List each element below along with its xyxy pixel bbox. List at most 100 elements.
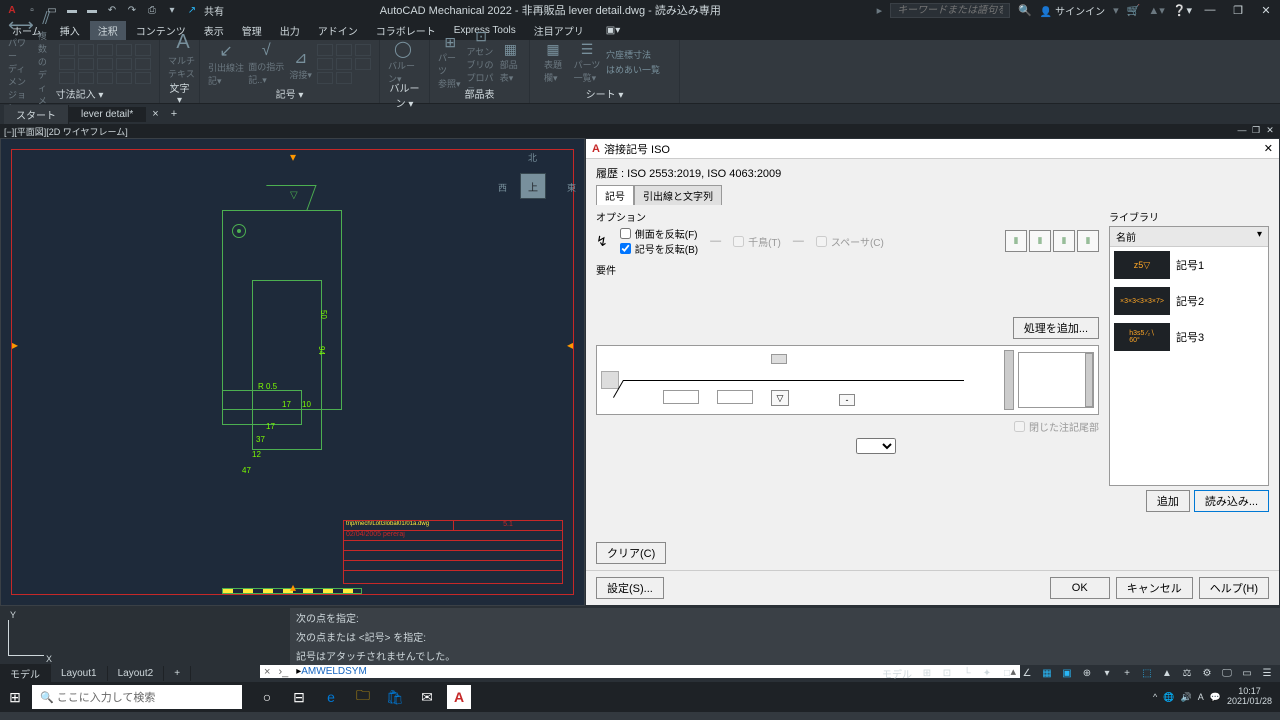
qat-print-icon[interactable]: ⎙ <box>144 2 160 18</box>
task-taskview-icon[interactable]: ⊟ <box>284 682 314 712</box>
titleblock-button[interactable]: ▦表題 欄▾ <box>538 44 568 80</box>
tab-manage[interactable]: 管理 <box>234 21 270 40</box>
flip-symbol-checkbox[interactable]: 記号を反転(B) <box>620 241 698 256</box>
help-icon[interactable]: ❔▾ <box>1173 4 1192 17</box>
status-snap-icon[interactable]: ⊡ <box>938 665 956 681</box>
cmd-close-icon[interactable]: × <box>260 666 274 678</box>
drawing-canvas[interactable]: ▽ 50 94 R 0.5 17 10 17 37 12 47 trip/mec… <box>0 138 585 606</box>
tab-symbol[interactable]: 記号 <box>596 185 634 205</box>
help-search-input[interactable] <box>890 3 1010 18</box>
task-explorer-icon[interactable]: 🗀 <box>348 682 378 712</box>
layout-add-icon[interactable]: + <box>164 666 191 681</box>
library-item-3[interactable]: h3s5 ∕₂∖ 60°記号3 <box>1110 319 1268 355</box>
status-cycling-icon[interactable]: ⊕ <box>1078 665 1096 681</box>
dialog-close-button[interactable]: ✕ <box>1264 142 1273 155</box>
asm-prop-button[interactable]: ⊡アセンブリの プロパティ <box>466 44 495 80</box>
autodesk-app-icon[interactable]: ▲▾ <box>1148 4 1164 17</box>
cart-icon[interactable]: 🛒 <box>1127 4 1141 17</box>
status-monitor-icon[interactable]: 🖵 <box>1218 665 1236 681</box>
vp-minimize-icon[interactable]: — <box>1236 125 1248 137</box>
surface-texture-button[interactable]: √面の指示記..▾ <box>248 46 284 82</box>
signin-button[interactable]: 👤 サインイン <box>1040 3 1105 18</box>
part-ref-button[interactable]: ⊞パーツ 参照▾ <box>438 44 462 80</box>
weld-field-2[interactable] <box>717 390 753 404</box>
add-process-button[interactable]: 処理を追加... <box>1013 317 1099 339</box>
weld-type-button[interactable]: ▽ <box>771 390 789 406</box>
close-button[interactable]: ✕ <box>1256 4 1276 17</box>
panel-text[interactable]: 文字 ▾ <box>168 80 191 106</box>
qat-redo-icon[interactable]: ↷ <box>124 2 140 18</box>
status-model[interactable]: モデル <box>878 665 916 681</box>
cancel-button[interactable]: キャンセル <box>1116 577 1193 599</box>
panel-balloon[interactable]: バルーン ▾ <box>388 80 421 110</box>
status-plus-icon[interactable]: + <box>1118 665 1136 681</box>
panel-dimensions[interactable]: 寸法記入 ▾ <box>8 86 151 101</box>
status-lwt-icon[interactable]: ▦ <box>1038 665 1056 681</box>
tab-view[interactable]: 表示 <box>196 21 232 40</box>
tab-output[interactable]: 出力 <box>272 21 308 40</box>
status-ortho-icon[interactable]: └ <box>958 665 976 681</box>
qat-more-icon[interactable]: ▾ <box>164 2 180 18</box>
align-btn-1[interactable]: ⦀ <box>1005 230 1027 252</box>
task-autocad-icon[interactable]: A <box>447 685 471 709</box>
align-btn-2[interactable]: ⦀ <box>1029 230 1051 252</box>
library-item-1[interactable]: z5▽記号1 <box>1110 247 1268 283</box>
mtext-button[interactable]: Aマルチ テキスト <box>168 44 198 80</box>
vp-close-icon[interactable]: ✕ <box>1264 125 1276 137</box>
bom-button[interactable]: ▦部品表▾ <box>500 44 521 80</box>
layout-1[interactable]: Layout1 <box>51 666 108 681</box>
qat-save-icon[interactable]: ▬ <box>64 2 80 18</box>
task-mail-icon[interactable]: ✉ <box>412 682 442 712</box>
task-edge-icon[interactable]: e <box>316 682 346 712</box>
file-tab-close-icon[interactable]: × <box>146 108 164 120</box>
tray-chevron-icon[interactable]: ^ <box>1153 692 1157 702</box>
lib-col-name[interactable]: 名前 <box>1116 229 1136 244</box>
weld-contour-button[interactable]: - <box>839 394 855 406</box>
settings-button[interactable]: 設定(S)... <box>596 577 664 599</box>
qat-saveas-icon[interactable]: ▬ <box>84 2 100 18</box>
taskbar-search[interactable]: 🔍 ここに入力して検索 <box>32 685 242 709</box>
tab-annotate[interactable]: 注釈 <box>90 21 126 40</box>
status-otrack-icon[interactable]: ∠ <box>1018 665 1036 681</box>
status-polar-icon[interactable]: ✦ <box>978 665 996 681</box>
status-iso-icon[interactable]: ⬚ <box>1138 665 1156 681</box>
multi-dimension-button[interactable]: ⫽複数の ディメン... <box>38 46 55 82</box>
layout-model[interactable]: モデル <box>0 664 51 683</box>
search-icon[interactable]: 🔍 <box>1018 4 1032 17</box>
align-btn-4[interactable]: ⦀ <box>1077 230 1099 252</box>
status-transp-icon[interactable]: ▣ <box>1058 665 1076 681</box>
cmd-chevron-icon[interactable]: ›_ <box>274 666 292 678</box>
weld-button[interactable]: ⊿溶接▾ <box>288 46 313 82</box>
vp-restore-icon[interactable]: ❐ <box>1250 125 1262 137</box>
fit-list-button[interactable]: はめあい一覧 <box>606 63 660 76</box>
file-tab-lever[interactable]: lever detail* <box>69 107 146 122</box>
clear-button[interactable]: クリア(C) <box>596 542 666 564</box>
qat-undo-icon[interactable]: ↶ <box>104 2 120 18</box>
viewcube[interactable]: 北 西 東 上 <box>498 151 568 221</box>
closed-tail-checkbox[interactable]: 閉じた注記尾部 <box>1014 419 1099 434</box>
tab-leader-text[interactable]: 引出線と文字列 <box>634 185 722 205</box>
spacer-checkbox[interactable]: スペーサ(C) <box>816 234 884 249</box>
status-clean-icon[interactable]: ▭ <box>1238 665 1256 681</box>
flip-side-checkbox[interactable]: 側面を反転(F) <box>620 226 698 241</box>
partslist-button[interactable]: ☰パーツ 一覧▾ <box>572 44 602 80</box>
panel-bom[interactable]: 部品表 <box>438 86 521 101</box>
tray-notif-icon[interactable]: 💬 <box>1210 692 1221 703</box>
power-dimension-button[interactable]: ⟷パワー ディメンジョン <box>8 46 34 82</box>
tray-volume-icon[interactable]: 🔊 <box>1181 692 1192 703</box>
viewport-label[interactable]: [−][平面図][2D ワイヤフレーム] <box>4 125 128 137</box>
status-scale-icon[interactable]: ⚖ <box>1178 665 1196 681</box>
status-annot-icon[interactable]: ▲ <box>1158 665 1176 681</box>
task-store-icon[interactable]: 🛍 <box>380 682 410 712</box>
tab-featured[interactable]: 注目アプリ <box>526 21 592 40</box>
maximize-button[interactable]: ❐ <box>1228 4 1248 17</box>
balloon-button[interactable]: ◯バルーン▾ <box>388 44 418 80</box>
tab-toggle-icon[interactable]: ▣▾ <box>598 23 628 38</box>
tray-network-icon[interactable]: 🌐 <box>1163 692 1174 703</box>
panel-sheet[interactable]: シート ▾ <box>538 86 671 101</box>
file-tab-new-icon[interactable]: + <box>165 108 183 120</box>
tray-date[interactable]: 2021/01/28 <box>1227 697 1272 707</box>
preview-scroll[interactable] <box>1004 350 1014 410</box>
library-add-button[interactable]: 追加 <box>1146 490 1190 512</box>
status-gear-icon[interactable]: ⚙ <box>1198 665 1216 681</box>
